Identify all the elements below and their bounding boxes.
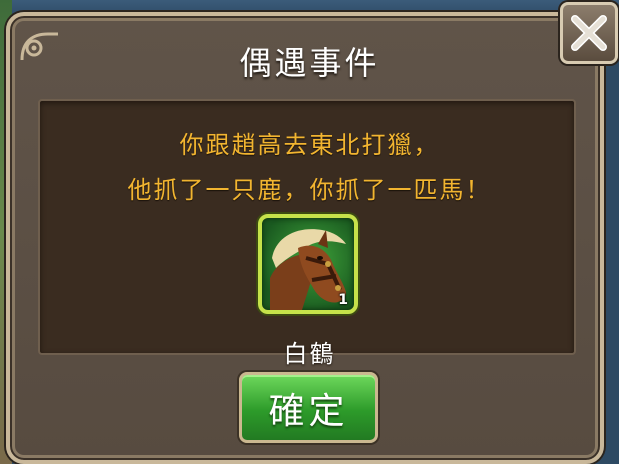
confirm-button[interactable]: 確定 [239,372,378,443]
reward-item-name: 白鶴 [283,340,336,368]
close-icon [571,15,607,51]
item-count: 1 [338,292,348,308]
event-message-line1: 你跟趙高去東北打獵， [179,131,440,159]
reward-item-slot[interactable]: 1 [258,214,358,314]
dialog-title: 偶遇事件 [239,44,380,82]
event-message-line2: 他抓了一只鹿，你抓了一匹馬！ [127,176,492,204]
close-button[interactable] [560,2,618,64]
